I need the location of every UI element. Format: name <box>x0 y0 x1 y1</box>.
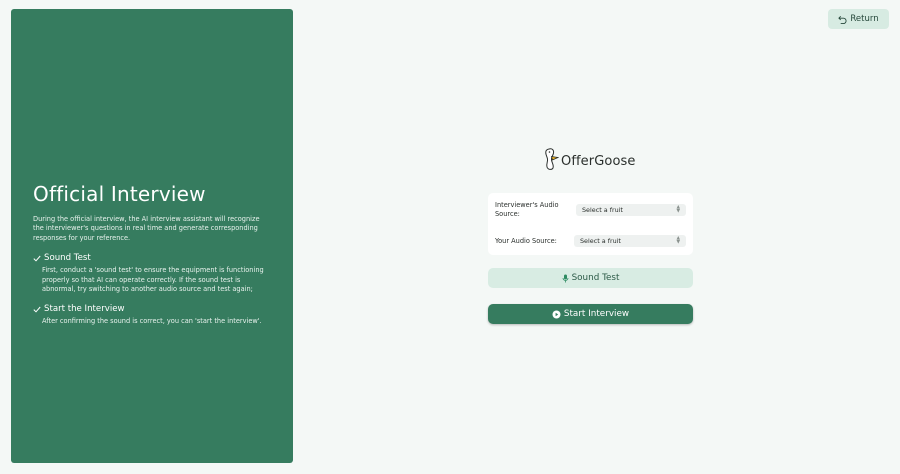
step-text: After confirming the sound is correct, y… <box>42 317 262 326</box>
interviewer-audio-select[interactable]: Select a fruit ▲ ▼ <box>576 204 686 216</box>
audio-source-form: Interviewer's Audio Source: Select a fru… <box>488 193 693 255</box>
play-circle-icon <box>552 310 561 319</box>
step-title: Start the Interview <box>44 304 125 315</box>
step-title: Sound Test <box>44 253 91 264</box>
microphone-icon <box>562 274 569 283</box>
sound-test-button[interactable]: Sound Test <box>488 268 693 288</box>
step-start-interview: Start the Interview After confirming the… <box>33 303 271 326</box>
select-value: Select a fruit <box>582 206 623 214</box>
select-arrows-icon: ▲ ▼ <box>676 236 680 245</box>
logo-text: OfferGoose <box>561 153 636 169</box>
step-sound-test: Sound Test First, conduct a 'sound test'… <box>33 252 271 294</box>
step-text: First, conduct a 'sound test' to ensure … <box>42 266 264 294</box>
panel-title: Official Interview <box>33 182 206 206</box>
app-logo: OfferGoose <box>543 147 635 175</box>
own-audio-label: Your Audio Source: <box>495 236 557 245</box>
undo-icon <box>838 15 847 24</box>
check-icon <box>33 254 42 263</box>
instructions-panel: Official Interview During the official i… <box>11 9 293 463</box>
return-button[interactable]: Return <box>828 9 889 29</box>
check-icon <box>33 305 42 314</box>
start-interview-button[interactable]: Start Interview <box>488 304 693 324</box>
goose-logo-icon <box>543 147 560 175</box>
return-label: Return <box>850 14 879 24</box>
own-audio-select[interactable]: Select a fruit ▲ ▼ <box>574 235 686 247</box>
instructions-content: Official Interview During the official i… <box>33 181 271 327</box>
start-interview-label: Start Interview <box>563 309 630 319</box>
select-value: Select a fruit <box>580 237 621 245</box>
sound-test-label: Sound Test <box>571 273 620 283</box>
interviewer-audio-label: Interviewer's Audio Source: <box>495 201 559 218</box>
select-arrows-icon: ▲ ▼ <box>676 205 680 214</box>
panel-description: During the official interview, the AI in… <box>33 215 260 242</box>
